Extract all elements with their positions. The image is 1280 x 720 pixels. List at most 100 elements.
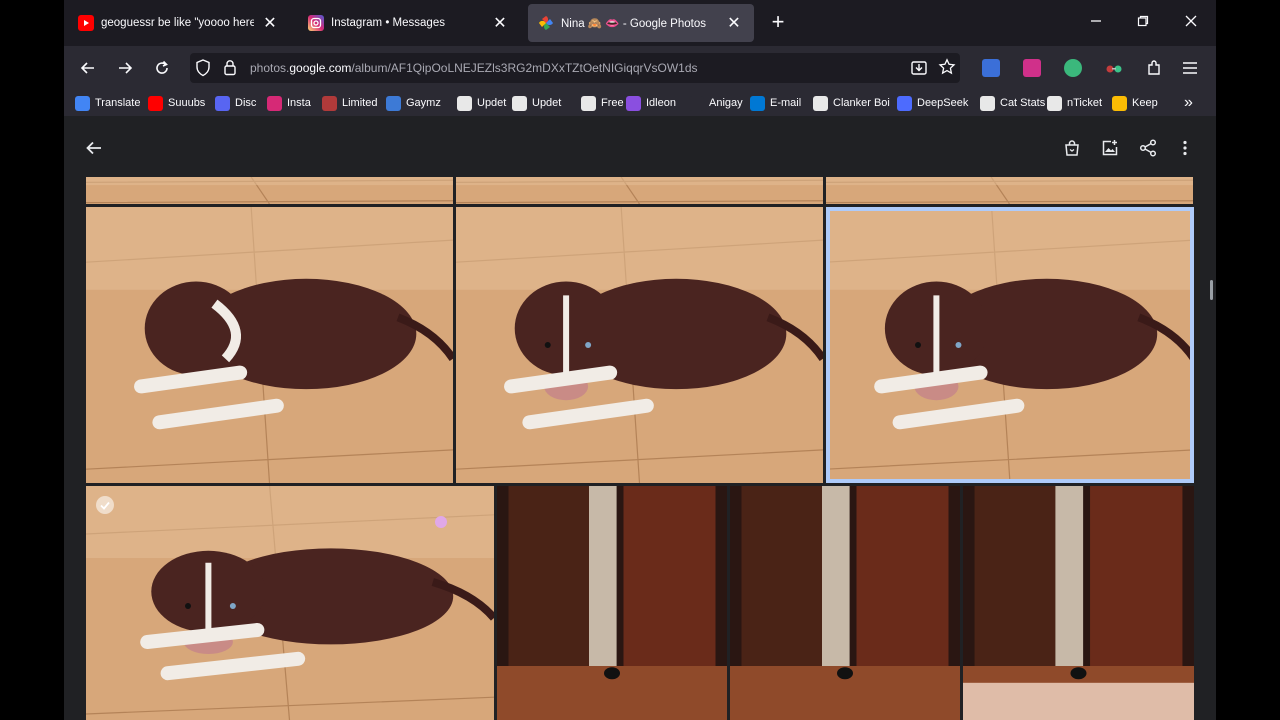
navigation-toolbar: photos.google.com/album/AF1QipOoLNEJEZls… [64,46,1216,90]
bookmark-label: Keep [1132,97,1158,109]
glasses-extension-icon[interactable] [1105,59,1123,77]
arrow-right-icon [119,62,133,74]
bookmark-favicon-icon [457,95,472,111]
music-extension-icon[interactable] [1064,59,1082,77]
bookmark-favicon-icon [1047,95,1062,111]
bookmark-label: Suuubs [168,97,206,109]
tab-google-photos[interactable]: Nina 🙈 👄 - Google Photos ✕ [528,4,754,42]
close-tab-icon[interactable]: ✕ [260,13,280,33]
bookmark-limited[interactable]: Limited [322,94,377,112]
translate-extension-icon[interactable] [982,59,1000,77]
tab-instagram[interactable]: Instagram • Messages ✕ [298,4,520,42]
bookmark-free[interactable]: Free [581,94,624,112]
bookmark-label: Updet [477,97,507,109]
add-to-cart-button[interactable] [1059,135,1085,161]
bookmark-star-icon[interactable] [938,58,956,81]
google-photos-icon [538,15,554,31]
tab-title: Instagram • Messages [331,17,445,29]
bookmark-favicon-icon [581,95,596,111]
minimize-icon [1091,20,1101,22]
bookmark-favicon-icon [750,95,765,111]
photo-thumbnail-partial[interactable] [456,177,823,204]
bookmark-label: Updet [532,97,562,109]
restore-button[interactable] [1128,10,1158,36]
google-photos-album-page [64,116,1216,720]
photo-thumbnail-partial[interactable] [86,177,453,204]
bookmark-translate[interactable]: Translate [75,94,140,112]
bookmark-keep[interactable]: Keep [1112,94,1158,112]
share-icon [1139,139,1157,157]
bookmark-label: Translate [95,97,141,109]
bookmark-cat-stats[interactable]: Cat Stats [980,94,1045,112]
bookmark-favicon-icon [626,95,641,111]
menu-icon[interactable] [1181,59,1199,82]
bookmark-favicon-icon [897,95,912,111]
microphone-extension-icon[interactable] [1023,59,1041,77]
instagram-icon [308,15,324,31]
bookmark-anigay[interactable]: Anigay [689,94,743,112]
select-checkmark-icon[interactable] [96,496,114,514]
share-button[interactable] [1135,135,1161,161]
bookmark-insta[interactable]: Insta [267,94,311,112]
minimize-button[interactable] [1081,10,1111,36]
photo-thumbnail[interactable] [963,486,1194,720]
photo-thumbnail[interactable] [86,207,453,483]
youtube-icon [78,15,94,31]
bookmark-idleon[interactable]: Idleon [626,94,676,112]
photo-thumbnail[interactable] [730,486,960,720]
photo-thumbnail[interactable] [497,486,727,720]
close-tab-icon[interactable]: ✕ [724,13,744,33]
shield-icon[interactable] [195,59,211,82]
bookmark-gaymz[interactable]: Gaymz [386,94,441,112]
download-page-icon[interactable] [910,59,928,82]
bookmark-favicon-icon [148,95,163,111]
add-photos-button[interactable] [1097,135,1123,161]
scrollbar-thumb[interactable] [1210,280,1213,300]
bookmark-updet[interactable]: Updet [512,94,561,112]
tab-youtube[interactable]: geoguessr be like "yoooo here's the n ✕ [68,4,290,42]
extensions-icon[interactable] [1145,59,1163,82]
close-window-button[interactable] [1176,10,1206,36]
address-bar[interactable]: photos.google.com/album/AF1QipOoLNEJEZls… [190,53,960,83]
restore-icon [1137,15,1149,27]
photos-toolbar [64,116,1216,178]
bookmark-favicon-icon [322,95,337,111]
new-tab-button[interactable]: + [766,10,790,34]
forward-button[interactable] [112,55,138,81]
bookmark-favicon-icon [386,95,401,111]
bookmark-label: E-mail [770,97,802,109]
bookmark-updet[interactable]: Updet [457,94,506,112]
photo-thumbnail-selected[interactable] [826,207,1194,483]
url-text[interactable]: photos.google.com/album/AF1QipOoLNEJEZls… [250,61,698,75]
back-button[interactable] [81,135,107,161]
bookmark-deepseek[interactable]: DeepSeek [897,94,968,112]
bookmark-nticket[interactable]: nTicket [1047,94,1102,112]
url-path: /album/AF1QipOoLNEJEZls3RG2mDXxTZtOetNIG… [351,61,698,75]
browser-window: geoguessr be like "yoooo here's the n ✕ … [64,0,1216,720]
reload-icon [156,60,168,74]
close-tab-icon[interactable]: ✕ [490,13,510,33]
bookmark-favicon-icon [689,95,704,111]
bookmarks-overflow-chevron-icon[interactable]: » [1184,94,1193,112]
bookmark-favicon-icon [813,95,828,111]
photo-thumbnail[interactable] [86,486,494,720]
arrow-left-icon [86,141,101,155]
arrow-left-icon [80,62,94,74]
bookmark-label: Clanker Boi [833,97,890,109]
bookmark-label: DeepSeek [917,97,969,109]
lock-icon[interactable] [223,59,237,81]
back-button[interactable] [75,55,101,81]
reload-button[interactable] [149,55,175,81]
more-options-button[interactable] [1172,135,1198,161]
bookmark-favicon-icon [75,95,90,111]
photo-thumbnail[interactable] [456,207,823,483]
add-photo-icon [1102,140,1118,156]
bookmark-disc[interactable]: Disc [215,94,256,112]
bookmark-favicon-icon [215,95,230,111]
bookmark-clanker-boi[interactable]: Clanker Boi [813,94,890,112]
bookmark-suuubs[interactable]: Suuubs [148,94,205,112]
close-icon [1185,15,1197,27]
photo-thumbnail-partial[interactable] [826,177,1193,204]
bookmark-e-mail[interactable]: E-mail [750,94,801,112]
bookmark-label: Disc [235,97,257,109]
